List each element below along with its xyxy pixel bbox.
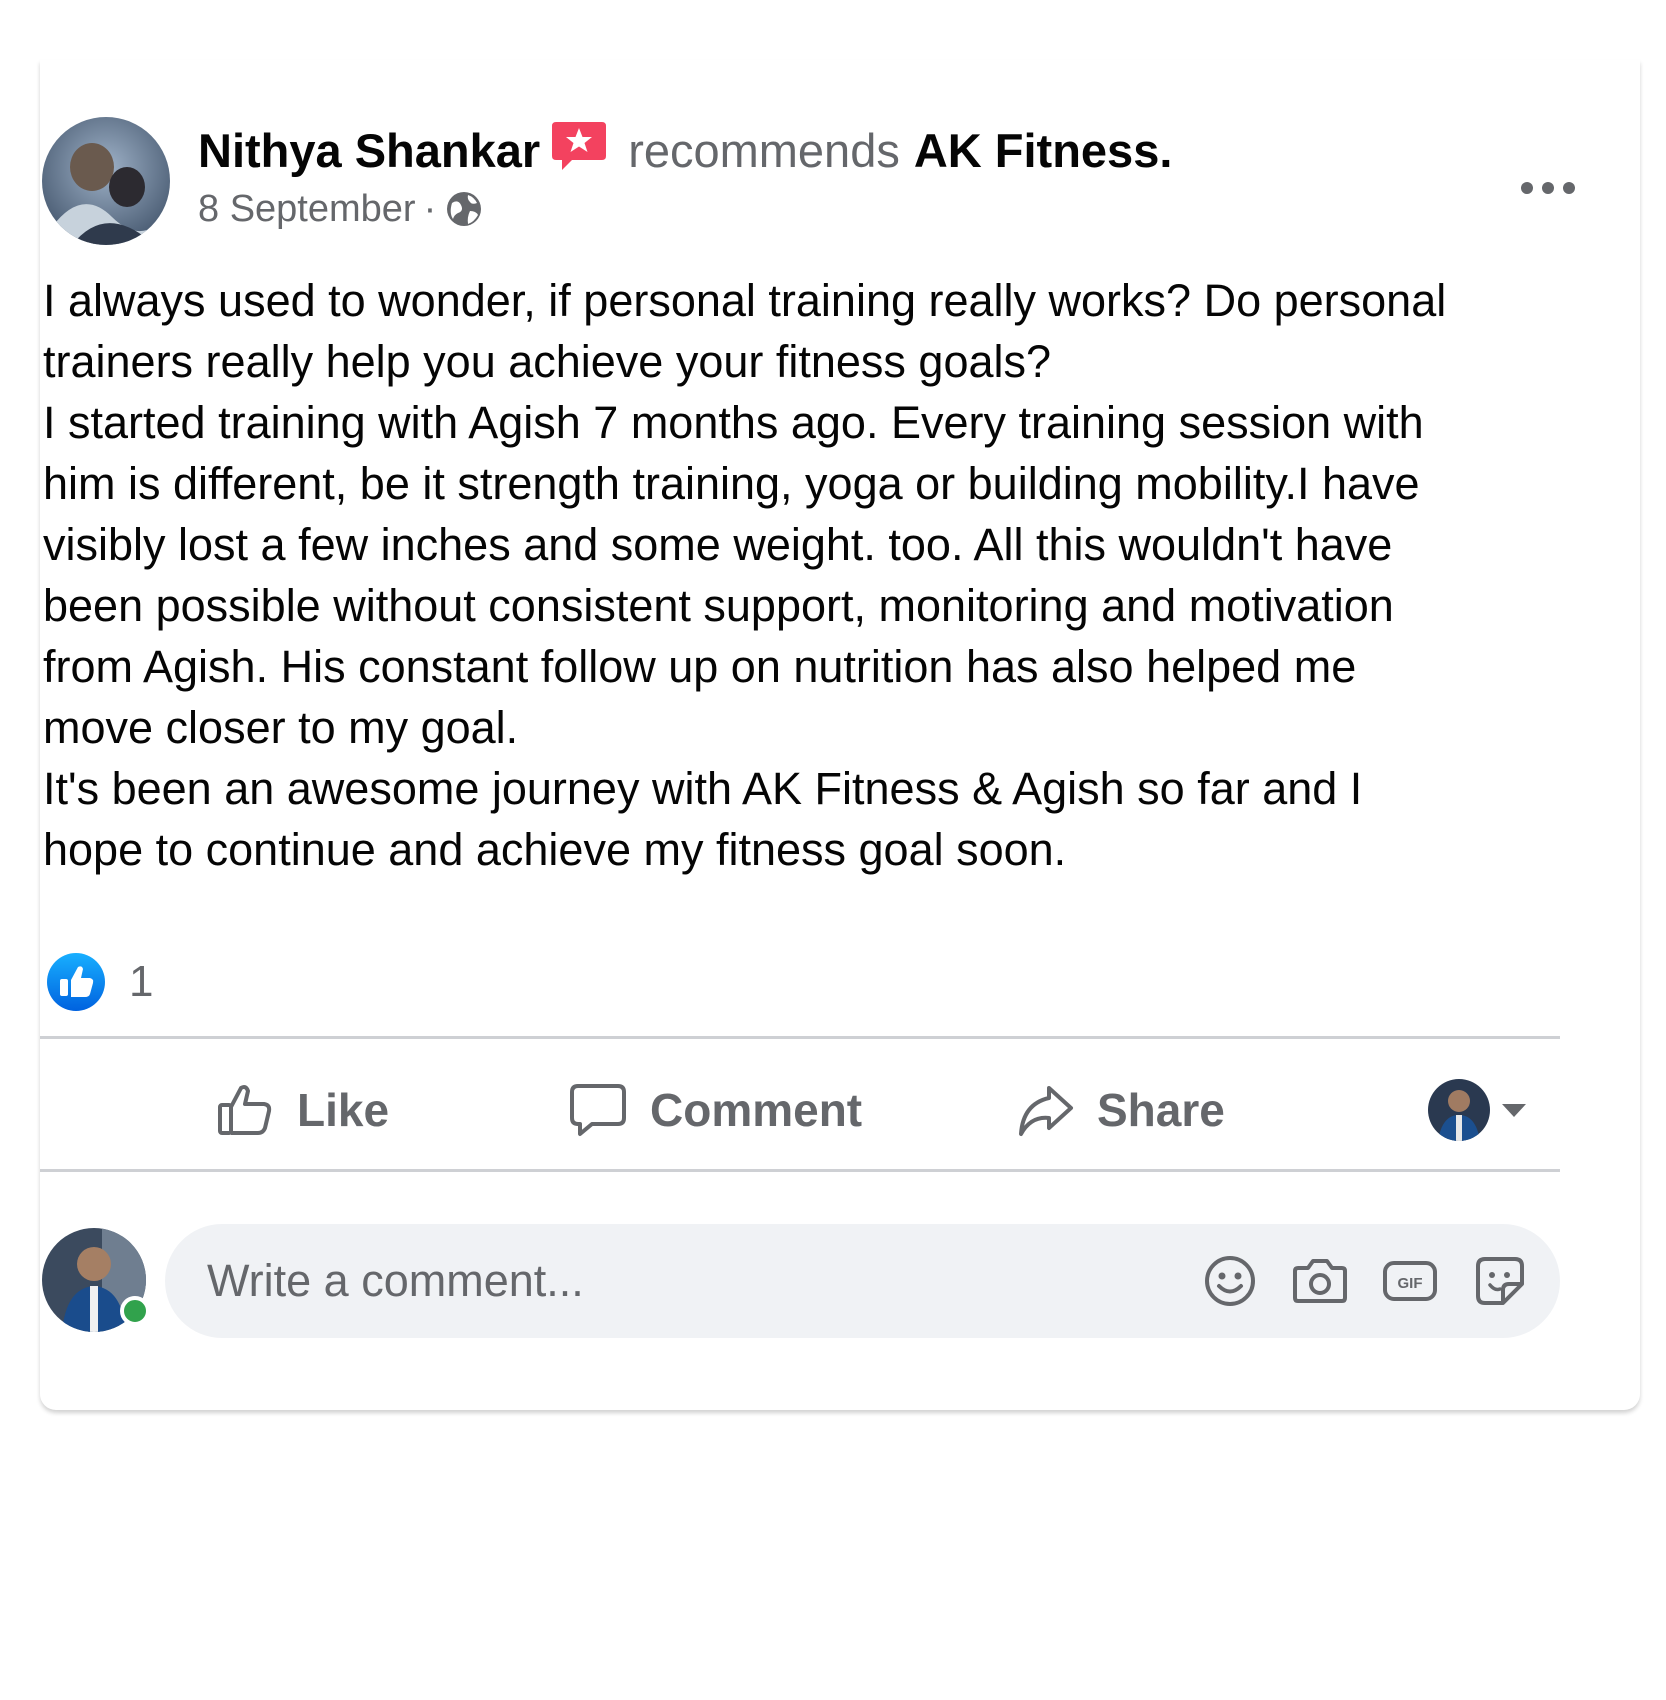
post-action-bar: Like Comment Share [40, 1050, 1560, 1170]
emoji-icon[interactable] [1200, 1251, 1260, 1311]
share-arrow-icon [1019, 1086, 1073, 1136]
more-options-icon [1521, 182, 1575, 194]
camera-icon[interactable] [1290, 1251, 1350, 1311]
comment-button[interactable]: Comment [568, 1050, 862, 1170]
share-label: Share [1097, 1084, 1225, 1136]
recommends-text: recommends [628, 123, 900, 177]
page-name-link[interactable]: AK Fitness. [914, 123, 1173, 178]
post-text-line: been possible without consistent support… [43, 580, 1394, 631]
globe-icon[interactable] [444, 189, 484, 229]
post-text-line: trainers really help you achieve your fi… [43, 336, 1052, 387]
post-text: I always used to wonder, if personal tra… [43, 270, 1583, 880]
commenter-avatar[interactable] [42, 1228, 150, 1332]
post-text-line: from Agish. His constant follow up on nu… [43, 641, 1357, 692]
share-button[interactable]: Share [1015, 1050, 1225, 1170]
reactions-summary[interactable]: 1 [45, 950, 153, 1014]
composer-icons: GIF [1170, 1224, 1530, 1338]
comment-icon [570, 1084, 626, 1136]
post-date[interactable]: 8 September [198, 188, 416, 231]
author-name-link[interactable]: Nithya Shankar [198, 123, 540, 178]
sticker-icon[interactable] [1470, 1251, 1530, 1311]
profile-avatar [1428, 1079, 1490, 1141]
svg-text:GIF: GIF [1398, 1275, 1423, 1292]
post-meta: 8 September · [198, 183, 484, 235]
more-options-button[interactable] [1500, 140, 1596, 236]
like-button[interactable]: Like [215, 1050, 389, 1170]
post-text-line: I started training with Agish 7 months a… [43, 397, 1424, 448]
meta-separator: · [423, 187, 437, 230]
author-avatar[interactable] [42, 117, 170, 245]
comment-input[interactable] [205, 1254, 1109, 1308]
like-reaction-icon [47, 953, 105, 1011]
divider [40, 1036, 1560, 1039]
comment-composer[interactable]: GIF [165, 1224, 1560, 1338]
post-text-line: hope to continue and achieve my fitness … [43, 824, 1067, 875]
reaction-count: 1 [129, 957, 154, 1006]
chevron-down-icon [1502, 1104, 1526, 1117]
comment-label: Comment [650, 1084, 863, 1136]
post-text-line: It's been an awesome journey with AK Fit… [43, 763, 1363, 814]
thumbs-up-icon [218, 1085, 272, 1135]
post-text-line: visibly lost a few inches and some weigh… [43, 519, 1393, 570]
online-status-indicator [120, 1296, 150, 1326]
gif-icon[interactable]: GIF [1380, 1251, 1440, 1311]
like-label: Like [297, 1084, 390, 1136]
divider [40, 1169, 1560, 1172]
recommendation-badge-icon [550, 120, 608, 172]
post-text-line: him is different, be it strength trainin… [43, 458, 1420, 509]
post-text-line: move closer to my goal. [43, 702, 519, 753]
post-header: Nithya Shankar recommends AK Fitness. [198, 120, 1172, 180]
reaction-profile-selector[interactable] [1428, 1050, 1530, 1170]
post-text-line: I always used to wonder, if personal tra… [43, 275, 1447, 326]
